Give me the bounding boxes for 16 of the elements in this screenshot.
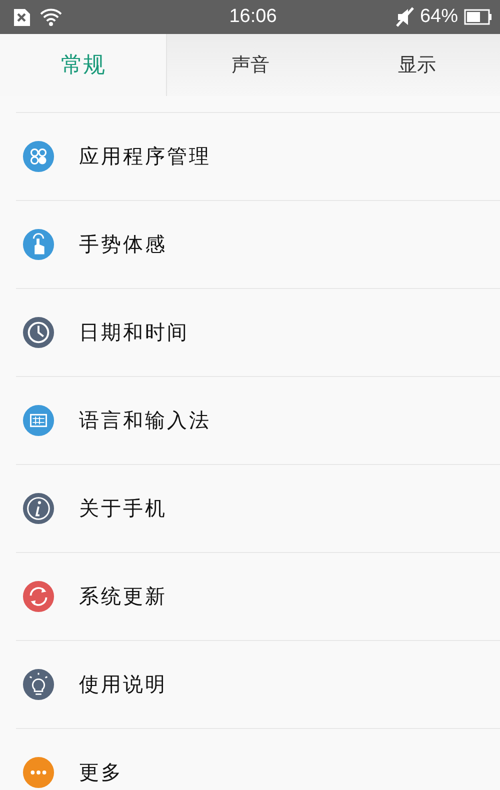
menu-item[interactable]: 关于手机 [79,495,167,522]
mute-icon [396,7,414,27]
sim-off-icon [14,8,30,26]
tab[interactable]: 声音 [167,34,334,96]
menu-item[interactable]: 更多 [79,759,123,786]
clock-time: 16:06 [229,6,277,28]
tab[interactable]: 显示 [334,34,500,96]
wifi-icon [40,8,62,26]
menu-item[interactable]: 应用程序管理 [79,143,211,170]
menu-item[interactable]: 手势体感 [79,231,167,258]
menu-item[interactable]: 语言和输入法 [79,407,211,434]
battery-percent: 64% [420,6,458,28]
battery-icon [464,9,492,25]
menu-item[interactable]: 日期和时间 [79,319,189,346]
menu-item[interactable]: 系统更新 [79,583,167,610]
menu-item[interactable]: 使用说明 [79,671,167,698]
